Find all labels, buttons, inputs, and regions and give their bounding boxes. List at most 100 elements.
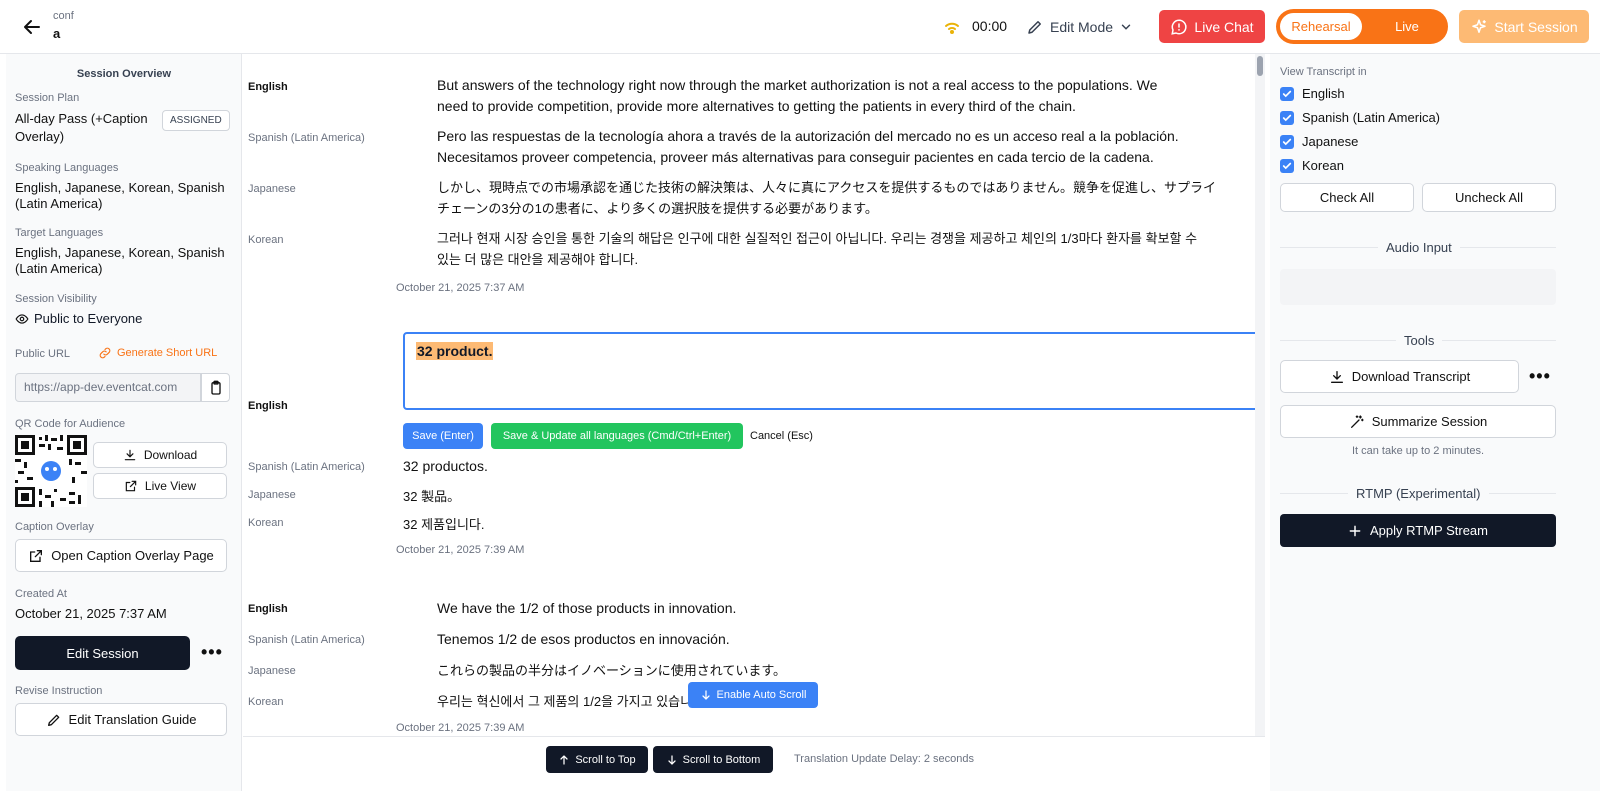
check-all-button[interactable]: Check All — [1280, 183, 1414, 212]
language-label: Spanish (Latin America) — [248, 132, 365, 144]
download-qr-button[interactable]: Download — [93, 442, 227, 468]
checkbox-label: English — [1302, 86, 1345, 101]
cancel-button[interactable]: Cancel (Esc) — [750, 430, 813, 442]
qr-code-label: QR Code for Audience — [15, 418, 126, 430]
language-label: Spanish (Latin America) — [248, 634, 365, 646]
scroll-to-bottom-label: Scroll to Bottom — [682, 753, 761, 766]
eye-icon — [15, 312, 29, 326]
start-session-label: Start Session — [1494, 18, 1578, 35]
translation-delay-text: Translation Update Delay: 2 seconds — [794, 753, 974, 765]
link-icon — [98, 346, 112, 360]
live-toggle[interactable]: Live — [1372, 13, 1442, 40]
live-view-label: Live View — [144, 479, 197, 493]
uncheck-all-button[interactable]: Uncheck All — [1422, 183, 1556, 212]
start-session-button[interactable]: Start Session — [1459, 10, 1589, 43]
enable-auto-scroll-label: Enable Auto Scroll — [716, 689, 807, 701]
clipboard-icon — [208, 380, 224, 396]
transcript-scrollbar[interactable] — [1255, 54, 1265, 736]
apply-rtmp-stream-button[interactable]: Apply RTMP Stream — [1280, 514, 1556, 547]
summarize-session-button[interactable]: Summarize Session — [1280, 405, 1556, 438]
checkbox-checked-icon — [1280, 110, 1294, 125]
edit-mode-dropdown[interactable]: Edit Mode — [1026, 14, 1133, 40]
open-caption-overlay-button[interactable]: Open Caption Overlay Page — [15, 539, 227, 572]
open-caption-overlay-label: Open Caption Overlay Page — [51, 548, 214, 563]
language-checkbox-english[interactable]: English — [1280, 86, 1345, 101]
timestamp: October 21, 2025 7:39 AM — [396, 544, 525, 556]
tools-title: Tools — [1396, 333, 1443, 348]
public-url-field[interactable]: https://app-dev.eventcat.com — [15, 373, 201, 402]
checkbox-checked-icon — [1280, 158, 1294, 173]
transcript-line: 그러나 현재 시장 승인을 통한 기술의 해답은 인구에 대한 실질적인 접근이… — [437, 231, 1198, 246]
scroll-to-bottom-button[interactable]: Scroll to Bottom — [653, 746, 773, 773]
scroll-to-top-label: Scroll to Top — [575, 753, 636, 766]
mode-toggle: Rehearsal Live — [1276, 9, 1448, 44]
transcript-line[interactable]: We have the 1/2 of those products in inn… — [437, 598, 1257, 619]
language-label: English — [248, 400, 288, 412]
revise-instruction-label: Revise Instruction — [15, 685, 103, 697]
transcript-line: Necesitamos proveer competencia, proveer… — [437, 149, 1154, 165]
language-checkbox-spanish[interactable]: Spanish (Latin America) — [1280, 110, 1440, 125]
more-options-icon[interactable]: ••• — [1529, 366, 1551, 387]
audio-input-selector[interactable] — [1280, 269, 1556, 305]
rehearsal-toggle[interactable]: Rehearsal — [1280, 13, 1362, 40]
language-checkbox-korean[interactable]: Korean — [1280, 158, 1344, 173]
transcript-line: 32 제품입니다. — [403, 517, 485, 532]
chat-alert-icon — [1170, 18, 1188, 36]
transcript-edit-textarea[interactable]: 32 product. — [403, 332, 1259, 410]
pencil-icon — [46, 712, 62, 728]
edit-translation-guide-button[interactable]: Edit Translation Guide — [15, 703, 227, 736]
external-link-icon — [28, 548, 44, 564]
transcript-area[interactable]: English But answers of the technology ri… — [243, 54, 1265, 736]
download-icon — [1329, 369, 1345, 385]
checkbox-checked-icon — [1280, 86, 1294, 101]
external-link-icon — [124, 479, 138, 493]
copy-url-button[interactable] — [201, 373, 230, 402]
more-options-icon[interactable]: ••• — [201, 642, 223, 663]
transcript-line: チェーンの3分の1の患者に、より多くの選択肢を提供する必要があります。 — [437, 201, 878, 216]
visibility-value: Public to Everyone — [34, 311, 143, 326]
qr-code — [15, 435, 87, 507]
transcript-line[interactable]: need to provide competition, provide mor… — [437, 96, 1257, 117]
arrow-up-icon — [558, 754, 570, 766]
language-label: Korean — [248, 696, 284, 708]
transcript-line: 32 製品。 — [403, 489, 461, 504]
public-url-label: Public URL — [15, 348, 71, 360]
language-label: Japanese — [248, 665, 296, 677]
summarize-session-label: Summarize Session — [1371, 414, 1488, 429]
live-view-button[interactable]: Live View — [93, 473, 227, 499]
session-plan-label: Session Plan — [15, 92, 80, 104]
language-label: Korean — [248, 234, 284, 246]
save-update-all-button[interactable]: Save & Update all languages (Cmd/Ctrl+En… — [491, 423, 743, 449]
speaking-languages-label: Speaking Languages — [15, 162, 119, 174]
language-label: Spanish (Latin America) — [248, 461, 365, 473]
transcript-line[interactable]: But answers of the technology right now … — [437, 75, 1257, 96]
edit-text-value: 32 product. — [416, 342, 494, 360]
checkbox-label: Korean — [1302, 158, 1344, 173]
session-visibility: Public to Everyone — [15, 311, 142, 326]
checkbox-label: Japanese — [1302, 134, 1359, 149]
language-checkbox-japanese[interactable]: Japanese — [1280, 134, 1358, 149]
enable-auto-scroll-button[interactable]: Enable Auto Scroll — [688, 682, 818, 708]
magic-wand-icon — [1349, 414, 1365, 430]
scroll-to-top-button[interactable]: Scroll to Top — [546, 746, 648, 773]
sparkles-icon — [1470, 18, 1488, 36]
timestamp: October 21, 2025 7:39 AM — [396, 722, 525, 734]
live-chat-label: Live Chat — [1194, 18, 1254, 35]
scrollbar-thumb[interactable] — [1257, 56, 1263, 76]
download-transcript-button[interactable]: Download Transcript — [1280, 360, 1519, 393]
language-label: Japanese — [248, 183, 296, 195]
rtmp-title: RTMP (Experimental) — [1348, 486, 1489, 501]
speaking-languages-value-2: (Latin America) — [15, 196, 103, 211]
session-plan-value: All-day Pass (+Caption — [15, 111, 148, 126]
session-visibility-label: Session Visibility — [15, 293, 97, 305]
arrow-down-icon — [700, 689, 712, 701]
live-chat-button[interactable]: Live Chat — [1159, 10, 1265, 43]
timestamp: October 21, 2025 7:37 AM — [396, 282, 525, 294]
save-button[interactable]: Save (Enter) — [403, 423, 483, 449]
arrow-left-icon[interactable] — [20, 15, 44, 39]
audio-input-title: Audio Input — [1378, 240, 1460, 255]
generate-short-url-link[interactable]: Generate Short URL — [98, 346, 217, 360]
edit-session-button[interactable]: Edit Session — [15, 636, 190, 670]
checkbox-checked-icon — [1280, 134, 1294, 149]
assigned-badge: ASSIGNED — [162, 110, 230, 131]
